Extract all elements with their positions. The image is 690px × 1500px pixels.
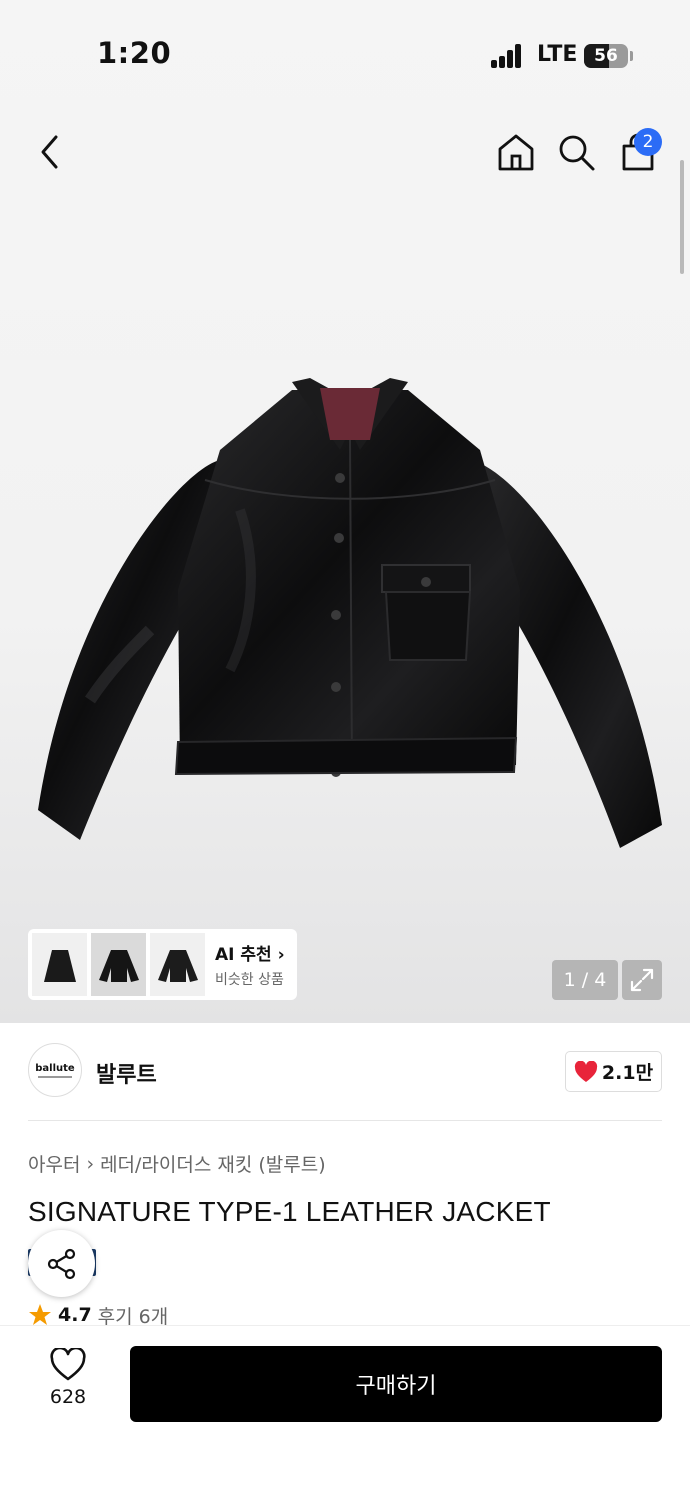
network-label: LTE <box>537 42 578 67</box>
home-icon <box>498 134 534 171</box>
status-time: 1:20 <box>97 36 172 70</box>
ai-recommend-card[interactable]: AI 추천 › 비슷한 상품 <box>28 929 297 1000</box>
bottom-action-bar: 628 구매하기 <box>0 1325 690 1500</box>
chevron-left-icon <box>41 135 58 169</box>
jacket-image[interactable] <box>30 370 670 850</box>
image-page-counter: 1 / 4 <box>552 960 618 1000</box>
brand-logo-text: ballute <box>35 1062 75 1074</box>
search-button[interactable] <box>552 128 600 176</box>
search-icon <box>559 135 595 171</box>
ai-recommend-title: AI 추천 <box>215 945 272 965</box>
brand-like-button[interactable]: 2.1만 <box>565 1051 662 1092</box>
ai-recommend-subtitle: 비슷한 상품 <box>215 972 284 988</box>
brand-like-count: 2.1만 <box>601 1062 654 1084</box>
share-button[interactable] <box>28 1230 95 1297</box>
buy-button[interactable]: 구매하기 <box>130 1346 662 1422</box>
battery-tip <box>630 51 633 61</box>
breadcrumb-subcategory[interactable]: 레더/라이더스 재킷 (발루트) <box>100 1150 326 1177</box>
rating-value: 4.7 <box>58 1304 92 1326</box>
rating-row[interactable]: 4.7 후기 6개 <box>28 1303 168 1327</box>
thumbnail-2[interactable] <box>91 933 146 996</box>
scrollbar[interactable] <box>680 160 684 274</box>
chevron-right-icon: › <box>86 1152 95 1175</box>
divider <box>28 1120 662 1121</box>
back-button[interactable] <box>26 128 74 176</box>
share-icon <box>47 1248 75 1279</box>
review-count[interactable]: 후기 6개 <box>98 1303 169 1328</box>
home-button[interactable] <box>492 128 540 176</box>
wishlist-count: 628 <box>49 1386 87 1408</box>
heart-outline-icon <box>50 1348 86 1381</box>
product-gallery: 1:20 LTE 56 2 AI 추천 › 비슷한 상품 1 / 4 <box>0 0 690 1023</box>
ai-recommend-text: AI 추천 › 비슷한 상품 <box>215 940 285 989</box>
heart-filled-icon <box>574 1060 598 1082</box>
brand-logo-tagline <box>38 1075 72 1078</box>
wishlist-button[interactable]: 628 <box>30 1348 106 1428</box>
cart-count-badge: 2 <box>634 128 662 156</box>
star-icon <box>29 1304 51 1325</box>
battery-icon: 56 <box>584 44 628 68</box>
top-nav <box>0 120 690 184</box>
signal-icon <box>491 44 523 68</box>
status-bar: 1:20 LTE 56 <box>0 0 690 100</box>
product-title: SIGNATURE TYPE-1 LEATHER JACKET <box>28 1196 551 1227</box>
brand-row: ballute 발루트 2.1만 <box>28 1043 662 1099</box>
breadcrumb-category[interactable]: 아우터 <box>28 1150 80 1177</box>
battery-text: 56 <box>594 46 618 66</box>
expand-icon <box>630 968 654 992</box>
thumbnail-3[interactable] <box>150 933 205 996</box>
brand-logo[interactable]: ballute <box>28 1043 82 1097</box>
expand-button[interactable] <box>622 960 662 1000</box>
thumbnail-1[interactable] <box>32 933 87 996</box>
chevron-right-icon: › <box>277 945 285 965</box>
brand-name[interactable]: 발루트 <box>96 1057 157 1089</box>
breadcrumb: 아우터 › 레더/라이더스 재킷 (발루트) <box>28 1150 326 1177</box>
